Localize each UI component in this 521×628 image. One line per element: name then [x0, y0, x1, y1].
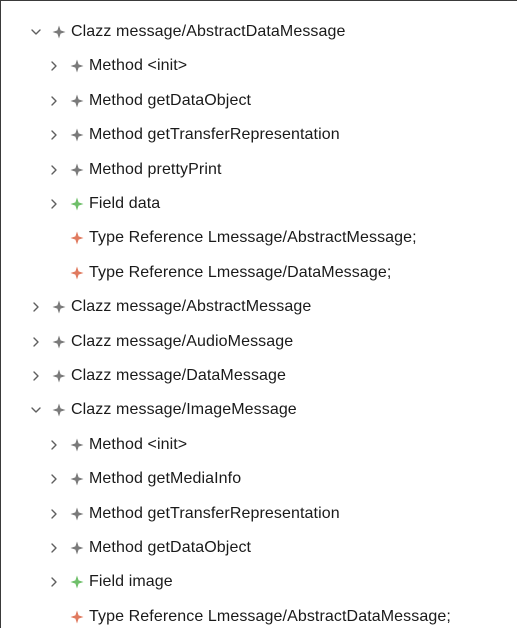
- tree-row-label: Clazz message/AbstractDataMessage: [71, 23, 346, 40]
- tree-row[interactable]: Type Reference Lmessage/AbstractDataMess…: [1, 600, 517, 628]
- chevron-right-icon[interactable]: [47, 438, 61, 452]
- green-star-icon: [70, 197, 84, 211]
- chevron-right-icon[interactable]: [47, 472, 61, 486]
- chevron-right-icon[interactable]: [29, 335, 43, 349]
- tree-row[interactable]: Clazz message/AbstractDataMessage: [1, 15, 517, 49]
- orange-star-icon: [70, 231, 84, 245]
- gray-star-icon: [70, 128, 84, 142]
- tree-row[interactable]: Type Reference Lmessage/DataMessage;: [1, 256, 517, 290]
- chevron-right-icon[interactable]: [47, 128, 61, 142]
- tree-row-label: Field data: [89, 195, 161, 212]
- tree-row-label: Method prettyPrint: [89, 160, 222, 178]
- tree-row-label: Method getMediaInfo: [89, 470, 242, 488]
- tree-row-label: Method <init>: [89, 57, 188, 75]
- tree-row-label: Type Reference Lmessage/AbstractMessage;: [89, 229, 417, 247]
- gray-star-icon: [70, 59, 84, 73]
- tree-row-label: Method getDataObject: [89, 91, 252, 109]
- tree-row-label: Method getDataObject: [89, 539, 252, 556]
- toggle-spacer: [47, 610, 61, 624]
- chevron-right-icon[interactable]: [29, 369, 43, 383]
- tree-row-label: Clazz message/AudioMessage: [71, 332, 294, 350]
- tree-row-label: Method <init>: [89, 435, 188, 453]
- gray-star-icon: [70, 94, 84, 108]
- tree-row[interactable]: Clazz message/ImageMessage: [1, 393, 517, 427]
- gray-star-icon: [70, 472, 84, 486]
- gray-star-icon: [70, 541, 84, 555]
- gray-star-icon: [70, 438, 84, 452]
- tree-row[interactable]: Field data: [1, 187, 517, 221]
- tree-row[interactable]: Method prettyPrint: [1, 153, 517, 187]
- gray-star-icon: [52, 403, 66, 417]
- chevron-right-icon[interactable]: [47, 59, 61, 73]
- tree-row-label: Clazz message/AbstractMessage: [71, 298, 312, 316]
- tree-row-label: Method getTransferRepresentation: [89, 126, 340, 144]
- gray-star-icon: [52, 335, 66, 349]
- tree-row-label: Clazz message/ImageMessage: [71, 401, 297, 419]
- gray-star-icon: [70, 163, 84, 177]
- chevron-right-icon[interactable]: [47, 507, 61, 521]
- tree-row-label: Type Reference Lmessage/AbstractDataMess…: [89, 607, 451, 625]
- toggle-spacer: [47, 266, 61, 280]
- chevron-right-icon[interactable]: [47, 163, 61, 177]
- chevron-right-icon[interactable]: [29, 300, 43, 314]
- gray-star-icon: [52, 300, 66, 314]
- tree-row[interactable]: Clazz message/DataMessage: [1, 359, 517, 393]
- tree-row-label: Method getTransferRepresentation: [89, 504, 340, 522]
- tree-row[interactable]: Method getTransferRepresentation: [1, 118, 517, 152]
- tree-row[interactable]: Field image: [1, 565, 517, 599]
- orange-star-icon: [70, 610, 84, 624]
- chevron-right-icon[interactable]: [47, 197, 61, 211]
- tree-row[interactable]: Method getMediaInfo: [1, 462, 517, 496]
- chevron-down-icon[interactable]: [29, 403, 43, 417]
- gray-star-icon: [70, 507, 84, 521]
- tree-row[interactable]: Type Reference Lmessage/AbstractMessage;: [1, 221, 517, 255]
- tree-row[interactable]: Method getDataObject: [1, 531, 517, 565]
- gray-star-icon: [52, 25, 66, 39]
- chevron-right-icon[interactable]: [47, 541, 61, 555]
- tree-row[interactable]: Method getDataObject: [1, 84, 517, 118]
- tree-row[interactable]: Method <init>: [1, 428, 517, 462]
- green-star-icon: [70, 575, 84, 589]
- tree-row-label: Field image: [89, 573, 173, 591]
- chevron-down-icon[interactable]: [29, 25, 43, 39]
- chevron-right-icon[interactable]: [47, 575, 61, 589]
- toggle-spacer: [47, 231, 61, 245]
- tree-row[interactable]: Clazz message/AbstractMessage: [1, 290, 517, 324]
- tree-row-label: Clazz message/DataMessage: [71, 367, 287, 384]
- gray-star-icon: [52, 369, 66, 383]
- tree-row[interactable]: Method getTransferRepresentation: [1, 497, 517, 531]
- tree-row[interactable]: Method <init>: [1, 49, 517, 83]
- orange-star-icon: [70, 266, 84, 280]
- chevron-right-icon[interactable]: [47, 94, 61, 108]
- tree-view: Clazz message/AbstractDataMessage Method …: [0, 0, 517, 628]
- tree-row[interactable]: Clazz message/AudioMessage: [1, 325, 517, 359]
- tree-row-label: Type Reference Lmessage/DataMessage;: [89, 263, 392, 281]
